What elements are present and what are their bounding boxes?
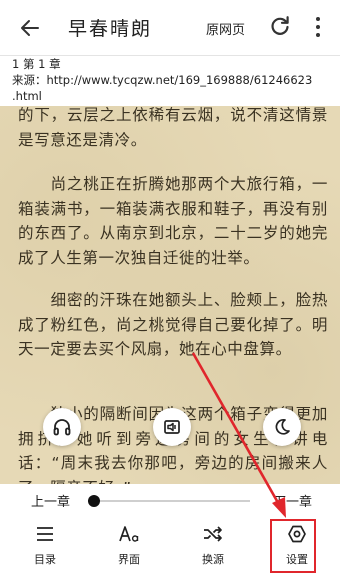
- shuffle-icon: [204, 526, 222, 542]
- chapter-info: 1 第 1 章 来源：http://www.tycqzw.net/169_169…: [0, 56, 340, 106]
- arrow-left-icon: [21, 20, 39, 36]
- more-options-button[interactable]: [310, 14, 326, 40]
- read-aloud-icon: [164, 420, 180, 434]
- next-chapter-button[interactable]: 下一章: [273, 491, 312, 510]
- slider-thumb[interactable]: [88, 495, 100, 507]
- night-mode-button[interactable]: [263, 408, 301, 446]
- top-bar: 早春晴朗 原网页: [0, 0, 340, 56]
- slider-track: [88, 500, 250, 502]
- nav-label: 界面: [118, 553, 140, 566]
- read-aloud-button[interactable]: [153, 408, 191, 446]
- nav-change-source[interactable]: 换源: [185, 524, 241, 572]
- audio-book-button[interactable]: [43, 408, 81, 446]
- refresh-icon: [271, 16, 289, 35]
- nav-label: 换源: [202, 553, 224, 566]
- source-url-continued[interactable]: .html: [12, 88, 340, 104]
- moon-icon: [275, 418, 290, 435]
- headphones-icon: [53, 419, 71, 436]
- bottom-menu: 上一章 下一章 目录 界面 换源 设置: [0, 484, 340, 577]
- nav-interface[interactable]: 界面: [101, 524, 157, 572]
- back-button[interactable]: [18, 16, 42, 40]
- list-icon: [37, 527, 53, 541]
- font-icon: [119, 526, 139, 542]
- nav-label: 设置: [286, 553, 308, 566]
- previous-chapter-button[interactable]: 上一章: [31, 491, 70, 510]
- nav-settings[interactable]: 设置: [269, 524, 325, 572]
- nav-label: 目录: [34, 553, 56, 566]
- source-url[interactable]: 来源：http://www.tycqzw.net/169_169888/6124…: [12, 72, 340, 88]
- original-page-button[interactable]: 原网页: [206, 19, 245, 38]
- book-title: 早春晴朗: [68, 18, 153, 40]
- nav-table-of-contents[interactable]: 目录: [17, 524, 73, 572]
- settings-icon: [288, 525, 306, 543]
- text-paragraph: 尚之桃正在折腾她那两个大旅行箱，一箱装满书，一箱装满衣服和鞋子，再没有别的东西了…: [18, 175, 328, 267]
- refresh-button[interactable]: [269, 15, 291, 37]
- more-vertical-icon: [316, 17, 320, 37]
- chapter-progress-slider[interactable]: [88, 495, 250, 507]
- text-paragraph: 的下，云层之上依稀有云烟，说不清这情景是写意还是清冷。: [18, 106, 328, 149]
- chapter-title: 1 第 1 章: [12, 57, 61, 71]
- text-paragraph: 细密的汗珠在她额头上、脸颊上，脸热成了粉红色，尚之桃觉得自己要化掉了。明天一定要…: [18, 291, 328, 358]
